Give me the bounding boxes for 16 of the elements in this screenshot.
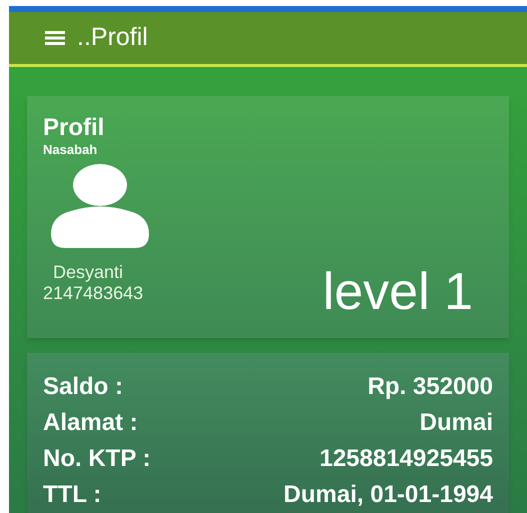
detail-label: TTL : xyxy=(43,480,102,510)
detail-value: 1258814925455 xyxy=(319,444,493,474)
card-title: Profil xyxy=(43,114,106,142)
user-avatar-icon xyxy=(51,164,151,248)
detail-value: Rp. 352000 xyxy=(368,372,493,402)
detail-label: No. KTP : xyxy=(43,444,151,474)
detail-value: Dumai, 01-01-1994 xyxy=(284,480,493,510)
menu-icon[interactable] xyxy=(45,30,65,45)
detail-label: Saldo : xyxy=(43,372,124,402)
detail-value: Dumai xyxy=(420,408,493,438)
header-title: ..Profil xyxy=(77,22,148,54)
user-level: level 1 xyxy=(322,266,473,318)
card-subtitle: Nasabah xyxy=(43,142,98,158)
detail-label: Alamat : xyxy=(43,408,138,438)
user-number: 2147483643 xyxy=(43,282,144,304)
user-name: Desyanti xyxy=(53,262,124,282)
